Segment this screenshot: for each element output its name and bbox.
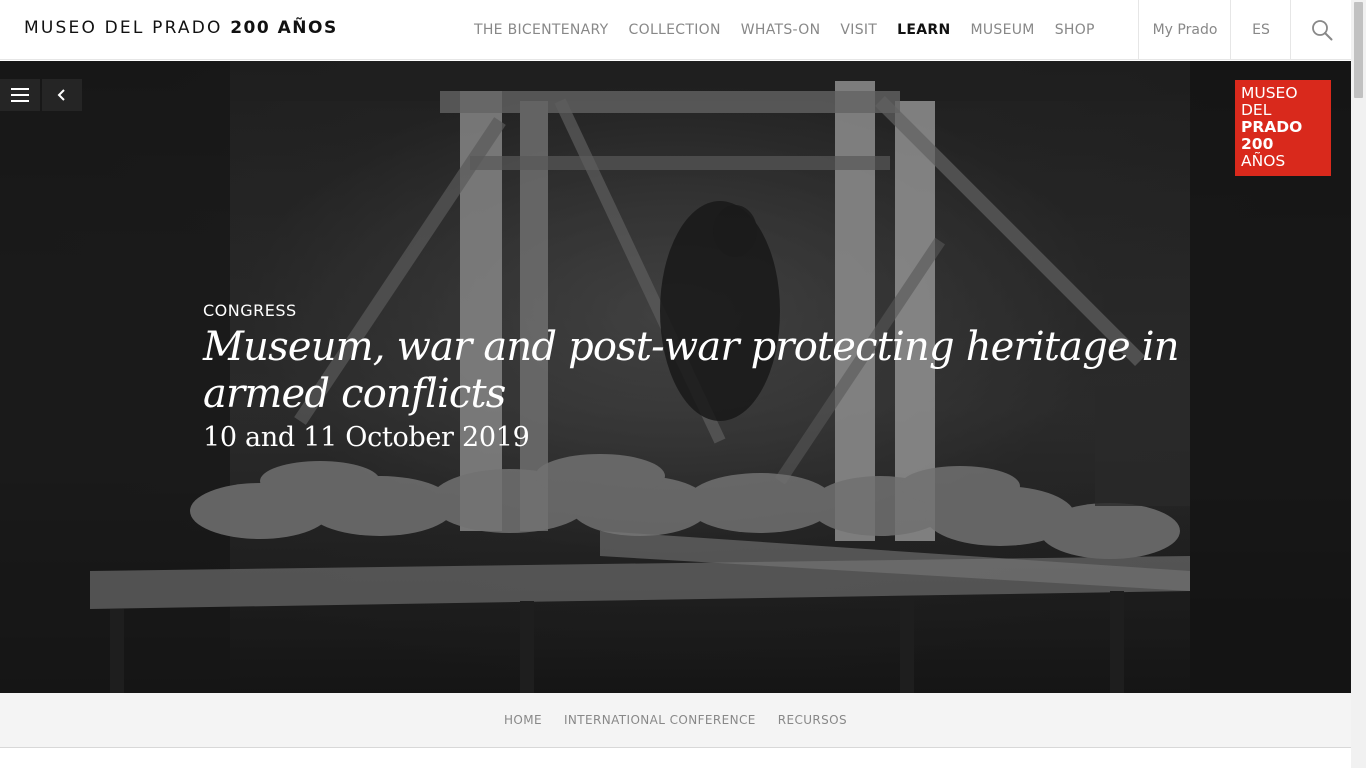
logo-text: MUSEO DEL PRADO [24, 18, 223, 38]
badge-line: DEL [1241, 101, 1272, 119]
event-category: CONGRESS [203, 301, 297, 320]
scrollbar-thumb[interactable] [1354, 2, 1363, 98]
main-nav: THE BICENTENARY COLLECTION WHATS-ON VISI… [464, 0, 1105, 60]
breadcrumb-home[interactable]: HOME [493, 713, 553, 727]
badge-line: MUSEO [1241, 84, 1298, 102]
nav-item-shop[interactable]: SHOP [1045, 22, 1105, 38]
my-prado-link[interactable]: My Prado [1138, 0, 1231, 60]
hero-banner: MUSEO DEL PRADO 200 AÑOS CONGRESS Museum… [0, 61, 1351, 693]
site-logo[interactable]: MUSEO DEL PRADO 200 AÑOS [24, 18, 338, 38]
bicentenary-badge[interactable]: MUSEO DEL PRADO 200 AÑOS [1235, 80, 1331, 176]
logo-bold-text: 200 AÑOS [230, 18, 338, 38]
badge-line: 200 [1241, 135, 1274, 153]
nav-item-bicentenary[interactable]: THE BICENTENARY [464, 22, 619, 38]
event-dates: 10 and 11 October 2019 [203, 422, 530, 453]
hero-text: CONGRESS Museum, war and post-war protec… [203, 301, 1183, 453]
search-icon [1311, 20, 1332, 41]
page-scrollbar[interactable] [1351, 0, 1366, 768]
breadcrumb-international-conference[interactable]: INTERNATIONAL CONFERENCE [553, 713, 767, 727]
nav-item-visit[interactable]: VISIT [830, 22, 887, 38]
hamburger-menu-icon [11, 88, 29, 102]
badge-line: PRADO [1241, 118, 1303, 136]
back-button[interactable] [42, 79, 82, 111]
nav-item-collection[interactable]: COLLECTION [619, 22, 731, 38]
nav-item-whats-on[interactable]: WHATS-ON [731, 22, 831, 38]
event-title: Museum, war and post-war protecting heri… [203, 324, 1180, 417]
badge-line: AÑOS [1241, 152, 1286, 170]
chevron-left-icon [57, 89, 65, 101]
search-button[interactable] [1290, 0, 1352, 60]
nav-item-museum[interactable]: MUSEUM [961, 22, 1045, 38]
breadcrumb: HOME INTERNATIONAL CONFERENCE RECURSOS [0, 693, 1351, 748]
language-switch[interactable]: ES [1230, 0, 1291, 60]
side-controls [0, 79, 84, 111]
site-header: MUSEO DEL PRADO 200 AÑOS THE BICENTENARY… [0, 0, 1351, 60]
nav-item-learn[interactable]: LEARN [887, 22, 960, 38]
breadcrumb-recursos[interactable]: RECURSOS [767, 713, 858, 727]
menu-toggle-button[interactable] [0, 79, 40, 111]
